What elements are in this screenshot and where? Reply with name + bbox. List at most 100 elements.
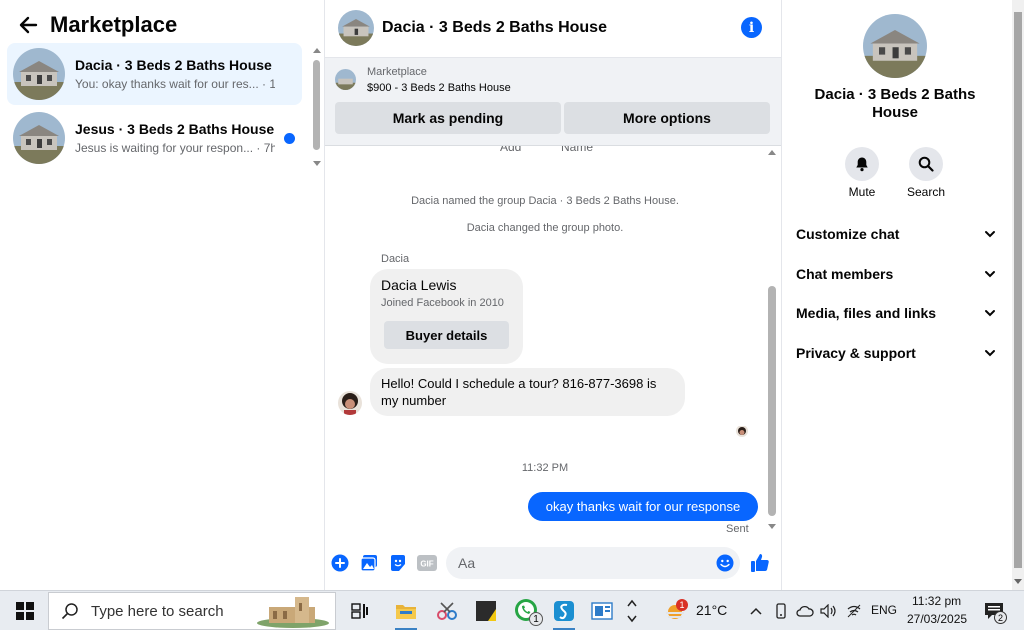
- search-label: Search: [906, 185, 946, 199]
- window-scrollbar[interactable]: [1012, 0, 1024, 590]
- section-label: Chat members: [796, 266, 894, 282]
- mark-as-pending-button[interactable]: Mark as pending: [335, 102, 561, 134]
- scroll-up-icon[interactable]: [767, 148, 777, 158]
- scroll-down-icon[interactable]: [312, 158, 322, 168]
- buyer-profile-card: Dacia Lewis Joined Facebook in 2010 Buye…: [370, 269, 523, 364]
- scroll-down-icon[interactable]: [1013, 576, 1023, 586]
- search-placeholder: Type here to search: [91, 602, 224, 620]
- incoming-message-bubble[interactable]: Hello! Could I schedule a tour? 816-877-…: [370, 368, 685, 416]
- svg-text:GIF: GIF: [420, 560, 433, 569]
- mute-action[interactable]: Mute: [832, 147, 892, 199]
- more-options-button[interactable]: More options: [564, 102, 770, 134]
- buyer-details-button[interactable]: Buyer details: [384, 321, 509, 349]
- search-action[interactable]: Search: [896, 147, 956, 199]
- section-label: Privacy & support: [796, 345, 916, 361]
- notifications-icon[interactable]: 2: [980, 591, 1008, 631]
- chat-header: Dacia · 3 Beds 2 Baths House i: [325, 0, 781, 58]
- chevron-up-icon[interactable]: [627, 599, 637, 607]
- weather-icon[interactable]: 1: [660, 591, 690, 631]
- group-avatar[interactable]: [338, 10, 374, 46]
- scroll-down-icon[interactable]: [767, 521, 777, 531]
- wifi-icon[interactable]: [844, 591, 864, 631]
- messenger-app: Marketplace Dacia · 3 Beds 2 Baths House…: [0, 0, 1024, 590]
- whatsapp-icon[interactable]: 1: [507, 591, 545, 631]
- chevron-up-icon[interactable]: [746, 591, 766, 631]
- task-view-icon[interactable]: [344, 591, 376, 631]
- house-thumbnail: [13, 112, 65, 164]
- chat-panel: Dacia · 3 Beds 2 Baths House i Marketpla…: [325, 0, 782, 590]
- message-composer: GIF: [325, 540, 781, 586]
- scroll-up-icon[interactable]: [312, 46, 322, 56]
- section-label: Customize chat: [796, 226, 900, 242]
- conversation-name: Dacia · 3 Beds 2 Baths House: [75, 57, 272, 73]
- language-indicator[interactable]: ENG: [871, 603, 897, 617]
- sender-avatar[interactable]: [338, 391, 362, 415]
- info-icon[interactable]: i: [741, 17, 762, 38]
- chevron-down-icon: [985, 231, 995, 238]
- chat-title[interactable]: Dacia · 3 Beds 2 Baths House: [382, 19, 607, 37]
- chat-info-title: Dacia · 3 Beds 2 Baths House: [814, 86, 976, 121]
- thumbs-up-icon[interactable]: [750, 553, 770, 573]
- notifications-badge: 2: [994, 611, 1007, 624]
- chevron-down-icon[interactable]: [627, 615, 637, 623]
- conversation-name: Jesus · 3 Beds 2 Baths House: [75, 121, 275, 137]
- clock-time[interactable]: 11:32 pm: [912, 594, 961, 608]
- conversation-preview: You: okay thanks wait for our res... · 1…: [75, 77, 275, 91]
- add-plus-icon[interactable]: [330, 553, 350, 573]
- conversation-item-jesus[interactable]: Jesus · 3 Beds 2 Baths House Jesus is wa…: [7, 107, 302, 169]
- scrollbar-thumb[interactable]: [768, 286, 776, 516]
- search-icon: [61, 603, 78, 620]
- message-timestamp: 11:32 PM: [521, 462, 569, 474]
- photo-gallery-icon[interactable]: [359, 553, 379, 573]
- reader-app-icon[interactable]: [586, 591, 618, 631]
- left-header: Marketplace: [14, 10, 177, 40]
- taskbar-search-box[interactable]: Type here to search: [48, 592, 336, 630]
- media-files-links-section[interactable]: Media, files and links: [796, 301, 996, 325]
- sticker-icon[interactable]: [388, 553, 408, 573]
- app-s-icon[interactable]: [547, 591, 581, 631]
- unread-dot: [284, 133, 295, 144]
- weather-badge: 1: [676, 599, 688, 611]
- privacy-support-section[interactable]: Privacy & support: [796, 341, 996, 365]
- buyer-joined: Joined Facebook in 2010: [381, 297, 504, 309]
- scrollbar-thumb[interactable]: [1014, 12, 1022, 568]
- group-avatar-large: [863, 14, 927, 78]
- system-message: Dacia changed the group photo.: [466, 222, 624, 234]
- marketplace-listing-bar: Marketplace $900 - 3 Beds 2 Baths House …: [325, 58, 781, 146]
- temperature[interactable]: 21°C: [696, 602, 727, 618]
- taskbar-scroll-arrows[interactable]: [624, 591, 640, 631]
- onedrive-cloud-icon[interactable]: [794, 591, 816, 631]
- left-scrollbar[interactable]: [311, 46, 321, 168]
- customize-chat-section[interactable]: Customize chat: [796, 222, 996, 246]
- marketplace-label: Marketplace: [367, 66, 427, 78]
- windows-start-icon[interactable]: [8, 591, 42, 631]
- emoji-icon[interactable]: [715, 553, 735, 573]
- scrollbar-thumb[interactable]: [313, 60, 320, 150]
- chat-scrollbar[interactable]: [766, 146, 778, 534]
- sent-status: Sent: [726, 523, 749, 534]
- sticky-notes-icon[interactable]: [469, 591, 503, 631]
- faded-add-label: Add: [500, 146, 522, 154]
- conversation-item-dacia[interactable]: Dacia · 3 Beds 2 Baths House You: okay t…: [7, 43, 302, 105]
- section-label: Media, files and links: [796, 305, 937, 321]
- system-message: Dacia named the group Dacia · 3 Beds 2 B…: [411, 195, 679, 207]
- bell-icon[interactable]: [845, 147, 879, 181]
- back-arrow-icon[interactable]: [14, 11, 42, 39]
- outgoing-message-bubble[interactable]: okay thanks wait for our response: [528, 492, 758, 521]
- listing-price-title[interactable]: $900 - 3 Beds 2 Baths House: [367, 82, 511, 94]
- chevron-down-icon: [985, 271, 995, 278]
- mute-label: Mute: [848, 185, 876, 199]
- clock-date[interactable]: 27/03/2025: [907, 612, 967, 626]
- search-icon[interactable]: [909, 147, 943, 181]
- chat-members-section[interactable]: Chat members: [796, 262, 996, 286]
- gif-icon[interactable]: GIF: [417, 553, 437, 573]
- message-input[interactable]: [446, 547, 740, 579]
- whatsapp-badge: 1: [529, 612, 543, 626]
- file-explorer-icon[interactable]: [389, 591, 423, 631]
- volume-icon[interactable]: [818, 591, 838, 631]
- search-highlight-icon: [257, 597, 329, 628]
- windows-taskbar: Type here to search 1 1 21°C ENG 11:32 p…: [0, 590, 1024, 630]
- seen-indicator-avatar: [736, 425, 748, 437]
- phone-link-icon[interactable]: [772, 591, 790, 631]
- snipping-tool-icon[interactable]: [430, 591, 464, 631]
